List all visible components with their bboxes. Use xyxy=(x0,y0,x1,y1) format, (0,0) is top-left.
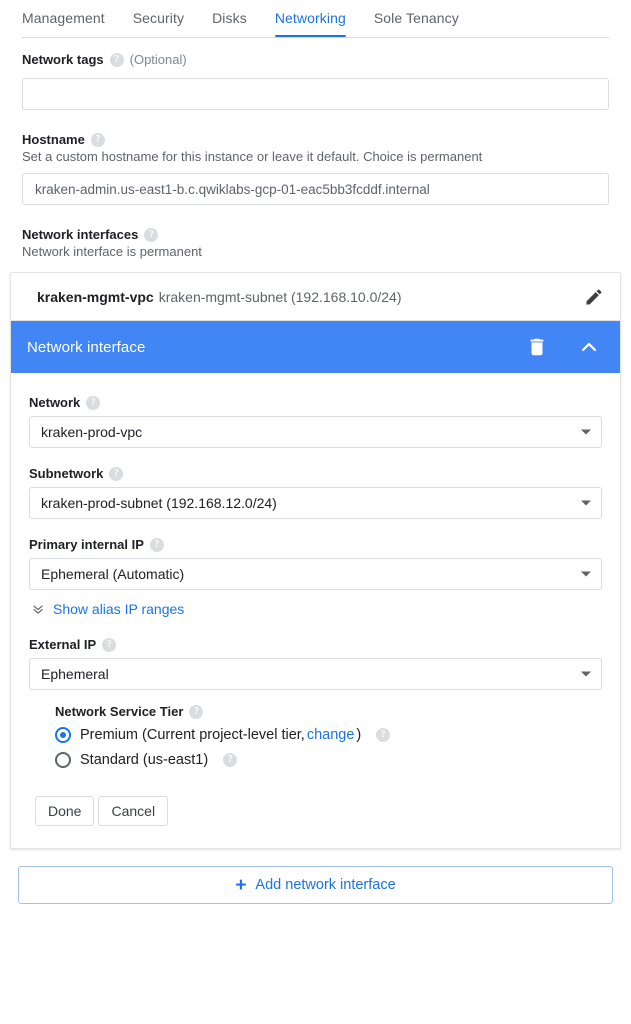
edit-pencil-icon[interactable] xyxy=(584,287,604,307)
hostname-label: Hostname ? xyxy=(22,132,609,147)
cancel-button[interactable]: Cancel xyxy=(98,796,169,826)
network-label-text: Network xyxy=(29,395,81,410)
show-alias-ip-ranges-label: Show alias IP ranges xyxy=(53,601,185,617)
network-selected-value: kraken-prod-vpc xyxy=(41,424,143,440)
subnetwork-label-text: Subnetwork xyxy=(29,466,104,481)
panel-title: Network interface xyxy=(27,338,146,356)
subnetwork-field: Subnetwork ? kraken-prod-subnet (192.168… xyxy=(29,466,602,519)
chevron-down-icon xyxy=(581,500,591,506)
tab-management[interactable]: Management xyxy=(22,0,119,37)
help-icon[interactable]: ? xyxy=(223,752,238,767)
external-ip-field: External IP ? Ephemeral xyxy=(29,637,602,690)
network-tags-label-text: Network tags xyxy=(22,52,104,67)
hostname-input[interactable] xyxy=(22,173,609,205)
primary-internal-ip-label: Primary internal IP ? xyxy=(29,537,602,552)
delete-icon[interactable] xyxy=(526,336,548,358)
external-ip-label-text: External IP xyxy=(29,637,97,652)
tab-security[interactable]: Security xyxy=(119,0,198,37)
subnetwork-select[interactable]: kraken-prod-subnet (192.168.12.0/24) xyxy=(29,487,602,519)
add-network-interface-button[interactable]: + Add network interface xyxy=(18,866,613,904)
primary-internal-ip-label-text: Primary internal IP xyxy=(29,537,144,552)
tab-disks[interactable]: Disks xyxy=(198,0,261,37)
subnetwork-label: Subnetwork ? xyxy=(29,466,602,481)
network-tags-input[interactable] xyxy=(22,78,609,110)
help-icon[interactable]: ? xyxy=(109,466,124,481)
subnetwork-selected-value: kraken-prod-subnet (192.168.12.0/24) xyxy=(41,495,277,511)
network-interfaces-section: Network interfaces ? Network interface i… xyxy=(0,205,631,259)
network-select[interactable]: kraken-prod-vpc xyxy=(29,416,602,448)
collapse-chevron-up-icon[interactable] xyxy=(578,336,600,358)
network-interface-panel: Network interface Network ? kraken-prod-… xyxy=(10,321,621,849)
network-field: Network ? kraken-prod-vpc xyxy=(29,395,602,448)
external-ip-selected-value: Ephemeral xyxy=(41,666,109,682)
network-label: Network ? xyxy=(29,395,602,410)
help-icon[interactable]: ? xyxy=(86,395,101,410)
network-service-tier-group: Network Service Tier ? Premium (Current … xyxy=(55,704,602,772)
chevron-down-icon xyxy=(581,429,591,435)
network-interfaces-label: Network interfaces ? xyxy=(22,227,609,242)
help-icon[interactable]: ? xyxy=(102,637,117,652)
primary-internal-ip-field: Primary internal IP ? Ephemeral (Automat… xyxy=(29,537,602,590)
chevron-down-icon xyxy=(581,571,591,577)
panel-action-buttons: Done Cancel xyxy=(29,776,602,848)
radio-premium-tier[interactable]: Premium (Current project-level tier, cha… xyxy=(55,722,602,747)
existing-network-interface-row[interactable]: kraken-mgmt-vpc kraken-mgmt-subnet (192.… xyxy=(10,272,621,321)
networking-tab-page: Management Security Disks Networking Sol… xyxy=(0,0,631,1024)
show-alias-ip-ranges-link[interactable]: Show alias IP ranges xyxy=(31,601,602,617)
existing-interface-subnet: kraken-mgmt-subnet (192.168.10.0/24) xyxy=(158,288,402,305)
done-button[interactable]: Done xyxy=(35,796,95,826)
help-icon[interactable]: ? xyxy=(109,52,124,67)
external-ip-label: External IP ? xyxy=(29,637,602,652)
double-chevron-down-icon xyxy=(31,602,45,616)
existing-interface-network: kraken-mgmt-vpc xyxy=(37,288,154,305)
radio-premium-label-suffix: ) xyxy=(356,726,362,743)
radio-standard-label: Standard (us-east1) xyxy=(80,751,209,768)
network-interface-panel-header: Network interface xyxy=(11,321,620,373)
primary-internal-ip-select[interactable]: Ephemeral (Automatic) xyxy=(29,558,602,590)
network-interfaces-description: Network interface is permanent xyxy=(22,244,202,259)
network-service-tier-label-text: Network Service Tier xyxy=(55,704,184,719)
network-tags-optional-text: (Optional) xyxy=(129,52,187,67)
radio-premium-indicator xyxy=(55,726,71,743)
network-interfaces-label-text: Network interfaces xyxy=(22,227,139,242)
radio-standard-indicator xyxy=(55,751,71,768)
plus-icon: + xyxy=(235,874,247,896)
help-icon[interactable]: ? xyxy=(189,704,204,719)
tab-sole-tenancy[interactable]: Sole Tenancy xyxy=(360,0,473,37)
external-ip-select[interactable]: Ephemeral xyxy=(29,658,602,690)
help-icon[interactable]: ? xyxy=(144,227,159,242)
tab-bar: Management Security Disks Networking Sol… xyxy=(0,0,631,38)
add-network-interface-label: Add network interface xyxy=(255,877,396,893)
primary-internal-ip-selected-value: Ephemeral (Automatic) xyxy=(41,566,185,582)
tab-networking[interactable]: Networking xyxy=(261,0,360,37)
change-tier-link[interactable]: change xyxy=(307,727,355,743)
radio-premium-label-prefix: Premium (Current project-level tier, xyxy=(80,726,305,743)
help-icon[interactable]: ? xyxy=(149,537,164,552)
network-tags-label: Network tags ? (Optional) xyxy=(22,52,609,67)
help-icon[interactable]: ? xyxy=(376,727,391,742)
network-service-tier-label: Network Service Tier ? xyxy=(55,704,602,719)
help-icon[interactable]: ? xyxy=(90,132,105,147)
network-interface-panel-body: Network ? kraken-prod-vpc Subnetwork ? k… xyxy=(11,373,620,848)
chevron-down-icon xyxy=(581,671,591,677)
network-tags-section: Network tags ? (Optional) xyxy=(0,38,631,110)
radio-standard-tier[interactable]: Standard (us-east1) ? xyxy=(55,747,602,772)
hostname-label-text: Hostname xyxy=(22,132,85,147)
hostname-description: Set a custom hostname for this instance … xyxy=(22,149,483,164)
hostname-section: Hostname ? Set a custom hostname for thi… xyxy=(0,110,631,205)
